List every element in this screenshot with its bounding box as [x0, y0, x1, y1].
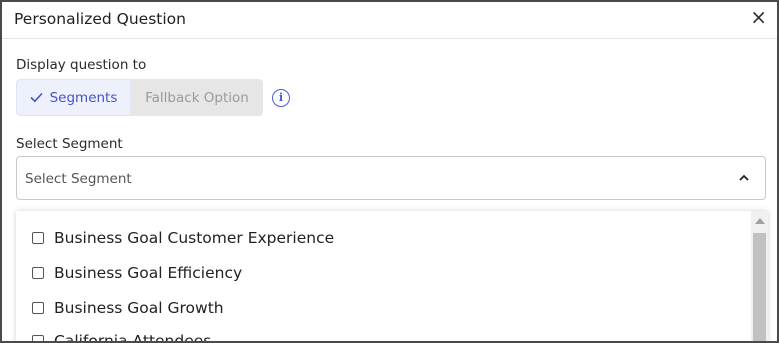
- segment-select[interactable]: Select Segment: [16, 156, 766, 200]
- fallback-option-toggle-button[interactable]: Fallback Option: [131, 79, 263, 116]
- option-label: Business Goal Customer Experience: [54, 229, 335, 247]
- segment-select-placeholder: Select Segment: [25, 171, 132, 187]
- checkbox[interactable]: [32, 267, 44, 279]
- segments-label: Segments: [49, 89, 118, 106]
- chevron-up-icon: [739, 174, 749, 181]
- option-label: Business Goal Growth: [54, 299, 224, 317]
- info-icon[interactable]: i: [272, 89, 290, 107]
- check-icon: [30, 92, 43, 103]
- scroll-up-arrow-icon[interactable]: [755, 218, 765, 224]
- list-item[interactable]: Business Goal Customer Experience: [32, 227, 334, 249]
- personalized-question-dialog: Personalized Question × Display question…: [0, 0, 779, 343]
- dialog-title: Personalized Question: [14, 10, 186, 28]
- checkbox[interactable]: [32, 302, 44, 314]
- select-segment-label: Select Segment: [16, 136, 123, 152]
- checkbox[interactable]: [32, 335, 44, 341]
- display-question-label: Display question to: [16, 57, 147, 73]
- option-label: California Attendees: [54, 332, 212, 343]
- display-toggle: Segments Fallback Option: [16, 79, 263, 116]
- list-item[interactable]: Business Goal Growth: [32, 297, 224, 319]
- fallback-option-label: Fallback Option: [145, 89, 249, 106]
- segments-toggle-button[interactable]: Segments: [16, 79, 131, 116]
- option-label: Business Goal Efficiency: [54, 264, 243, 282]
- close-icon[interactable]: ×: [750, 7, 767, 27]
- dialog-header: Personalized Question ×: [2, 2, 777, 39]
- dropdown-scrollbar[interactable]: [751, 211, 768, 341]
- list-item[interactable]: California Attendees: [32, 330, 212, 343]
- segment-dropdown-list: Business Goal Customer Experience Busine…: [16, 211, 768, 343]
- list-item[interactable]: Business Goal Efficiency: [32, 262, 242, 284]
- scrollbar-thumb[interactable]: [753, 233, 766, 341]
- checkbox[interactable]: [32, 232, 44, 244]
